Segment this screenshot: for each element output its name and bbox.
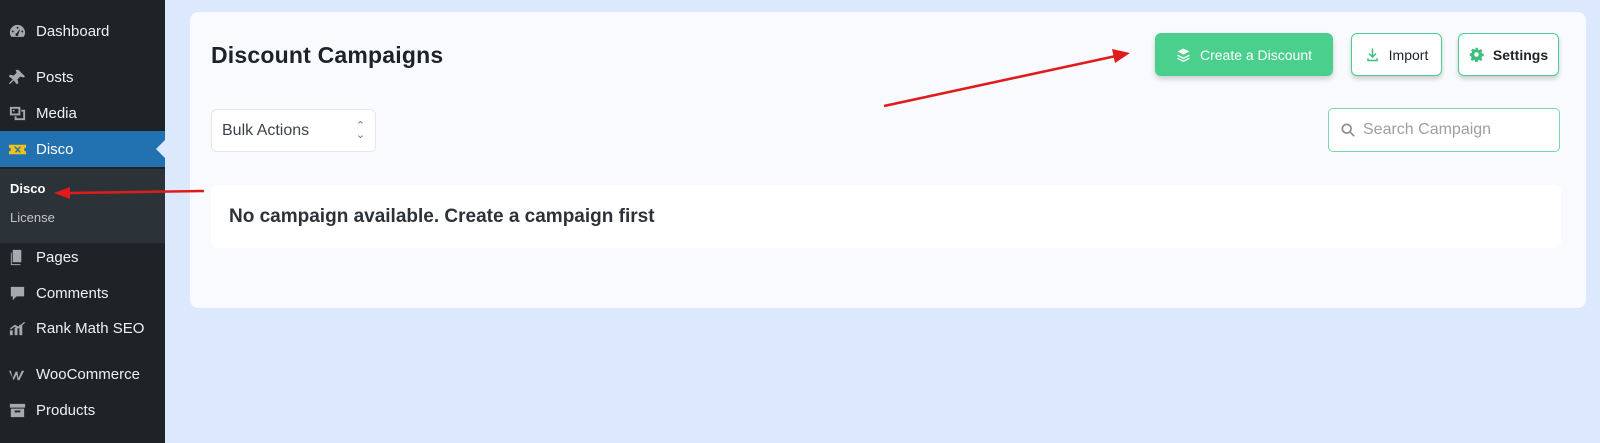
archive-icon [6,399,28,421]
media-icon [6,102,28,124]
import-button[interactable]: Import [1351,33,1442,76]
sidebar-item-label: WooCommerce [36,365,140,383]
sidebar-item-dashboard[interactable]: Dashboard [0,13,165,49]
submenu-item-disco[interactable]: Disco [10,181,45,196]
search-input[interactable] [1363,121,1543,139]
sidebar-item-label: Posts [36,68,74,86]
sidebar-item-comments[interactable]: Comments [0,275,165,311]
active-indicator [156,140,165,158]
pin-icon [6,66,28,88]
search-icon [1341,123,1355,137]
dashboard-icon [6,20,28,42]
sidebar-item-posts[interactable]: Posts [0,59,165,95]
disco-submenu: Disco License [0,169,165,243]
sidebar-item-woocommerce[interactable]: WooCommerce [0,356,165,392]
sidebar-item-label: Disco [36,140,74,158]
import-label: Import [1388,46,1429,63]
search-field[interactable] [1328,108,1560,152]
comment-icon [6,282,28,304]
sidebar-item-label: Dashboard [36,22,110,40]
sidebar-item-label: Products [36,401,96,419]
sidebar-item-label: Comments [36,284,109,302]
gear-icon [1469,47,1484,62]
settings-button[interactable]: Settings [1458,33,1559,76]
sidebar-item-pages[interactable]: Pages [0,239,165,275]
download-icon [1366,48,1378,62]
sidebar-item-label: Rank Math SEO [36,319,145,337]
ticket-icon [6,138,28,160]
chart-icon [6,317,28,339]
submenu-item-license[interactable]: License [10,210,55,225]
page-title: Discount Campaigns [211,42,444,68]
sidebar-item-label: Pages [36,248,79,266]
sidebar-item-products[interactable]: Products [0,392,165,428]
create-discount-label: Create a Discount [1199,46,1313,63]
pages-icon [6,246,28,268]
sidebar-item-rank-math-seo[interactable]: Rank Math SEO [0,310,165,346]
campaigns-panel: Discount Campaigns Create a Discount Imp… [190,12,1586,308]
settings-label: Settings [1492,46,1549,63]
sidebar-item-label: Media [36,104,77,122]
woo-icon [6,363,28,385]
bulk-actions-label: Bulk Actions [222,121,310,139]
empty-state-message: No campaign available. Create a campaign… [211,185,1561,248]
create-discount-button[interactable]: Create a Discount [1155,33,1333,76]
admin-sidebar: Dashboard Posts Media Disco Disco Licens… [0,0,165,443]
chevron-updown-icon: ⌃ ⌄ [355,120,365,141]
sidebar-item-disco[interactable]: Disco [0,131,165,167]
layers-icon [1177,48,1190,62]
sidebar-item-media[interactable]: Media [0,95,165,131]
bulk-actions-select[interactable]: Bulk Actions ⌃ ⌄ [211,109,376,152]
